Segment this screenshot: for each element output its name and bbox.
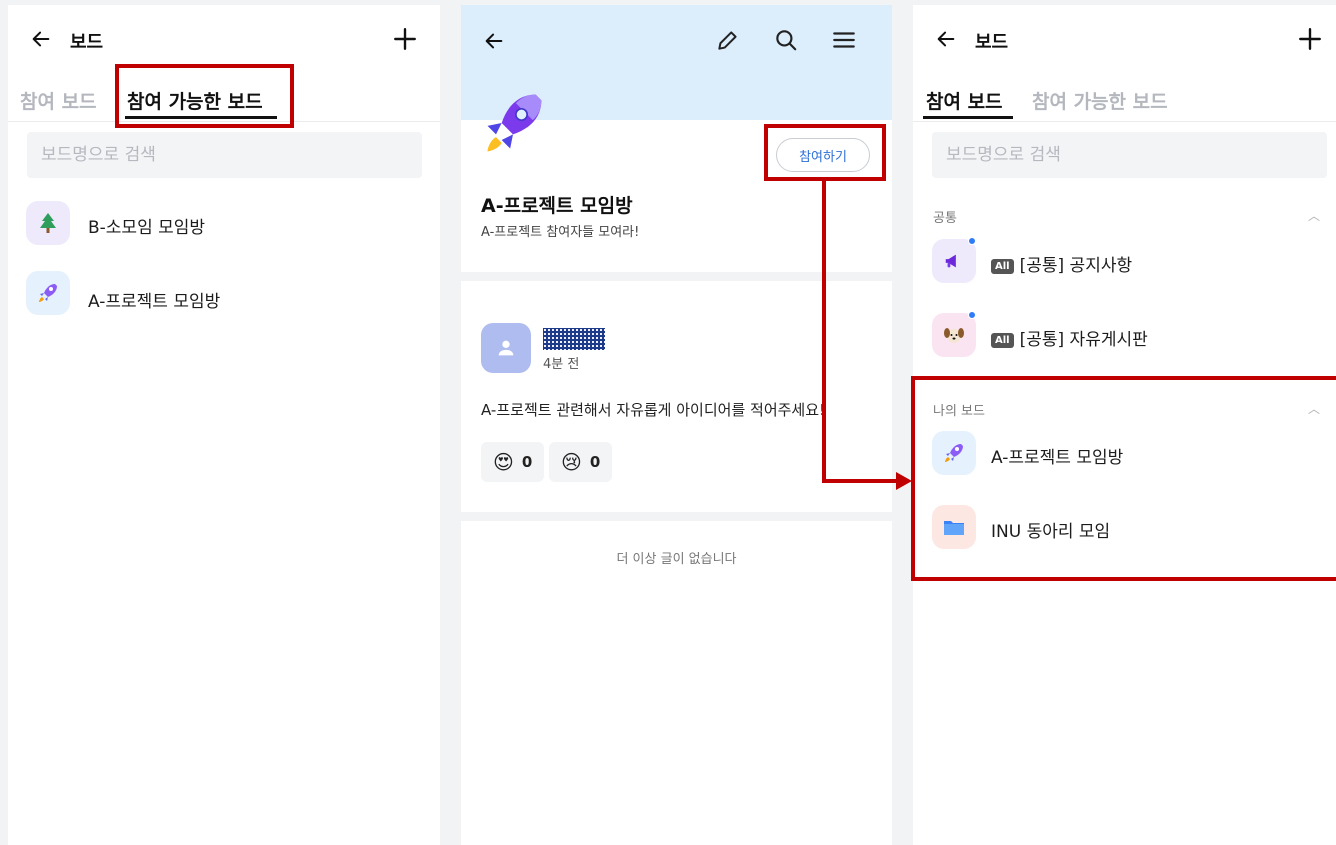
back-arrow-icon[interactable] <box>30 28 52 50</box>
back-arrow-icon[interactable] <box>935 28 957 50</box>
board-item[interactable]: A-프로젝트 모임방 <box>913 425 1336 485</box>
menu-icon[interactable] <box>831 27 857 53</box>
board-label: All [공통] 공지사항 <box>991 251 1132 276</box>
board-label: A-프로젝트 모임방 <box>88 292 221 312</box>
section-label-my-boards: 나의 보드 <box>933 404 985 419</box>
header-title: 보드 <box>975 32 1009 53</box>
reaction-button[interactable]: 😢 0 <box>549 442 613 482</box>
board-item[interactable]: All [공통] 공지사항 <box>913 231 1336 291</box>
folder-icon <box>932 505 976 549</box>
board-label: A-프로젝트 모임방 <box>991 448 1124 468</box>
board-description: A-프로젝트 참여자들 모여라! <box>481 225 640 240</box>
board-title: A-프로젝트 모임방 <box>481 195 633 217</box>
board-label: B-소모임 모임방 <box>88 218 206 238</box>
tab-joined-boards[interactable]: 참여 보드 <box>926 87 1003 114</box>
connector-arrowhead <box>896 472 912 490</box>
board-item[interactable]: INU 동아리 모임 <box>913 499 1336 559</box>
all-badge: All <box>991 333 1014 348</box>
rocket-icon <box>932 431 976 475</box>
tab-available-boards[interactable]: 참여 가능한 보드 <box>127 87 263 114</box>
board-label-text: [공통] 공지사항 <box>1019 256 1133 276</box>
chevron-up-icon[interactable]: ︿ <box>1308 207 1320 224</box>
active-tab-underline <box>125 116 277 119</box>
reaction-count: 0 <box>589 453 601 471</box>
left-screen: 보드 참여 보드 참여 가능한 보드 B-소모임 모임방 A-프로젝트 모임방 <box>8 5 440 845</box>
board-label-text: [공통] 자유게시판 <box>1019 330 1148 350</box>
join-button[interactable]: 참여하기 <box>776 138 870 172</box>
no-more-posts-text: 더 이상 글이 없습니다 <box>616 552 737 567</box>
connector-line <box>822 181 826 483</box>
tree-icon <box>26 201 70 245</box>
board-item[interactable]: All [공통] 자유게시판 <box>913 305 1336 365</box>
pencil-icon[interactable] <box>715 27 741 53</box>
middle-screen: 참여하기 A-프로젝트 모임방 A-프로젝트 참여자들 모여라! 4분 전 A-… <box>461 5 892 845</box>
search-input[interactable] <box>27 132 422 178</box>
search-input[interactable] <box>932 132 1327 178</box>
tab-joined-boards[interactable]: 참여 보드 <box>20 87 97 114</box>
board-label: INU 동아리 모임 <box>991 522 1111 542</box>
tab-divider <box>913 121 1336 122</box>
add-icon[interactable] <box>392 26 418 52</box>
user-avatar[interactable] <box>481 323 531 373</box>
reaction-button[interactable]: 😍 0 <box>481 442 545 482</box>
sad-face-icon: 😢 <box>561 450 582 474</box>
notification-dot <box>968 311 976 319</box>
post-time: 4분 전 <box>543 357 580 372</box>
megaphone-icon <box>932 239 976 283</box>
puppy-icon <box>932 313 976 357</box>
reaction-count: 0 <box>521 453 533 471</box>
board-item[interactable]: A-프로젝트 모임방 <box>8 267 440 327</box>
back-arrow-icon[interactable] <box>483 30 505 52</box>
header-title: 보드 <box>70 32 104 53</box>
chevron-up-icon[interactable]: ︿ <box>1308 400 1320 417</box>
add-icon[interactable] <box>1297 26 1323 52</box>
post-body[interactable]: A-프로젝트 관련해서 자유롭게 아이디어를 적어주세요! <box>481 399 825 420</box>
section-label-common: 공통 <box>933 211 957 226</box>
connector-line <box>822 479 898 483</box>
heart-eyes-icon: 😍 <box>493 450 514 474</box>
rocket-icon <box>479 89 547 157</box>
board-item[interactable]: B-소모임 모임방 <box>8 193 440 253</box>
notification-dot <box>968 237 976 245</box>
redacted-author-name <box>543 328 605 350</box>
tab-divider <box>8 121 440 122</box>
board-label: All [공통] 자유게시판 <box>991 325 1148 350</box>
rocket-icon <box>26 271 70 315</box>
right-screen: 보드 참여 보드 참여 가능한 보드 공통 ︿ All [공통] 공지사항 All… <box>913 5 1336 845</box>
section-gap <box>461 512 892 521</box>
section-gap <box>461 272 892 281</box>
active-tab-underline <box>923 116 1013 119</box>
search-icon[interactable] <box>773 27 799 53</box>
all-badge: All <box>991 259 1014 274</box>
tab-available-boards[interactable]: 참여 가능한 보드 <box>1032 87 1168 114</box>
